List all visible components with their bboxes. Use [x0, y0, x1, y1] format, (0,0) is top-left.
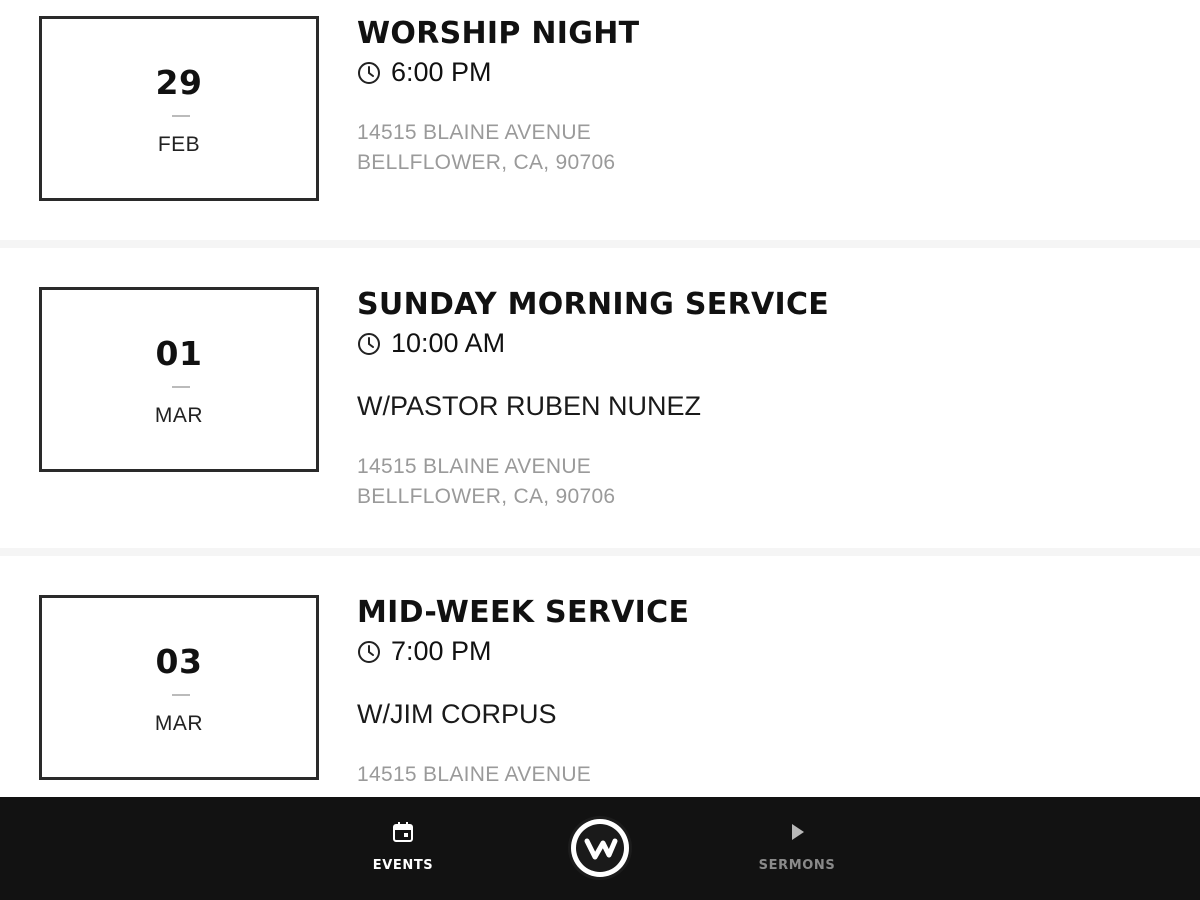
- address-line: BELLFLOWER, CA, 90706: [357, 485, 616, 508]
- address-line: 14515 BLAINE AVENUE: [357, 763, 592, 786]
- event-card[interactable]: 01 MAR SUNDAY MORNING SERVICE 10:00 AM W…: [0, 248, 1200, 548]
- tab-sermons[interactable]: SERMONS: [737, 797, 857, 900]
- date-badge: 01 MAR: [39, 287, 319, 472]
- event-title[interactable]: SUNDAY MORNING SERVICE: [357, 287, 829, 322]
- event-time: 7:00 PM: [357, 636, 492, 667]
- date-divider: [172, 115, 190, 117]
- event-address: 14515 BLAINE AVENUE: [357, 760, 591, 790]
- clock-icon: [358, 640, 380, 663]
- event-separator: [0, 548, 1200, 556]
- event-title[interactable]: WORSHIP NIGHT: [357, 16, 639, 51]
- event-time: 10:00 AM: [357, 328, 505, 359]
- events-list: 29 FEB WORSHIP NIGHT 6:00 PM 14515 BLAIN…: [0, 0, 1200, 797]
- date-badge: 29 FEB: [39, 16, 319, 201]
- clock-icon: [358, 61, 380, 84]
- date-badge: 03 MAR: [39, 595, 319, 780]
- date-day: 03: [155, 642, 203, 681]
- event-host: W/PASTOR RUBEN NUNEZ: [357, 391, 702, 421]
- date-divider: [172, 694, 190, 696]
- event-separator: [0, 240, 1200, 248]
- date-day: 01: [155, 334, 203, 373]
- date-month: MAR: [154, 712, 204, 735]
- date-day: 29: [155, 63, 203, 102]
- address-line: 14515 BLAINE AVENUE: [357, 121, 592, 144]
- address-line: 14515 BLAINE AVENUE: [357, 455, 592, 478]
- church-logo-icon[interactable]: [567, 815, 633, 881]
- tab-events-label: EVENTS: [372, 858, 434, 873]
- date-divider: [172, 386, 190, 388]
- clock-icon: [358, 332, 380, 355]
- address-line: BELLFLOWER, CA, 90706: [357, 151, 616, 174]
- date-month: FEB: [157, 133, 201, 156]
- event-address: 14515 BLAINE AVENUE BELLFLOWER, CA, 9070…: [357, 452, 615, 512]
- tab-sermons-label: SERMONS: [758, 858, 836, 873]
- event-host: W/JIM CORPUS: [357, 699, 557, 729]
- date-month: MAR: [154, 404, 204, 427]
- calendar-icon: [343, 821, 463, 843]
- event-time: 6:00 PM: [357, 57, 492, 88]
- event-title[interactable]: MID-WEEK SERVICE: [357, 595, 689, 630]
- tab-events[interactable]: EVENTS: [343, 797, 463, 900]
- play-icon: [737, 821, 857, 843]
- event-time-text: 10:00 AM: [391, 328, 506, 358]
- event-time-text: 6:00 PM: [391, 57, 492, 87]
- event-address: 14515 BLAINE AVENUE BELLFLOWER, CA, 9070…: [357, 118, 615, 178]
- event-card[interactable]: 03 MAR MID-WEEK SERVICE 7:00 PM W/JIM CO…: [0, 556, 1200, 797]
- event-card[interactable]: 29 FEB WORSHIP NIGHT 6:00 PM 14515 BLAIN…: [0, 0, 1200, 240]
- event-time-text: 7:00 PM: [391, 636, 492, 666]
